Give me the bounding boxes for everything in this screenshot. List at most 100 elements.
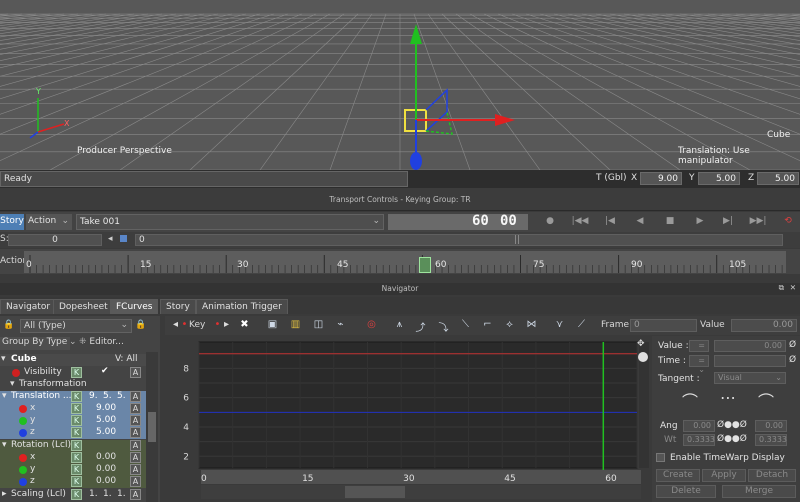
key-time-field[interactable] xyxy=(714,355,786,367)
key-toggle[interactable]: K xyxy=(71,427,82,438)
bezier-icon[interactable]: ⋎ xyxy=(553,319,566,331)
left-weight-field[interactable]: 0.3333 xyxy=(683,434,715,446)
key-toggle[interactable]: K xyxy=(71,391,82,402)
tree-item-rotation-y[interactable]: y K 0.00 A xyxy=(0,464,146,476)
timewarp-checkbox[interactable] xyxy=(656,453,665,462)
tree-item-cube[interactable]: ▾ Cube V: All xyxy=(0,354,146,366)
tangent-left-icon[interactable]: ⌒ xyxy=(682,388,698,412)
tangent-select[interactable]: Visual ⌄ xyxy=(714,372,786,384)
timeline-ruler[interactable]: 0 15 30 45 60 75 90 105 xyxy=(24,251,786,273)
timeline-playhead[interactable] xyxy=(419,257,431,273)
graph-scrollbar-thumb[interactable] xyxy=(345,486,405,498)
value-reset-icon[interactable]: Ø xyxy=(789,340,796,350)
flat-tangent-icon[interactable]: ⋈ xyxy=(525,319,538,331)
tree-item-rotation[interactable]: ▾ Rotation (Lcl) K A xyxy=(0,440,146,452)
filter-lock-icon[interactable]: 🔒 xyxy=(135,320,146,330)
frame-all-icon[interactable]: ▣ xyxy=(266,319,279,331)
graph-time-ruler[interactable] xyxy=(201,470,641,484)
tcb-icon[interactable]: ⟋ xyxy=(575,319,588,331)
filter-curve-icon[interactable]: ⩚ xyxy=(393,319,406,331)
tangent-right-icon[interactable]: ⌒ xyxy=(758,388,774,412)
story-tab[interactable]: Story xyxy=(0,214,24,230)
key-toggle[interactable]: K xyxy=(71,440,82,451)
angle-link-icon[interactable]: Ø●●Ø xyxy=(717,420,747,430)
stepped-tangent-icon[interactable]: ⌐ xyxy=(481,319,494,331)
current-frame-display[interactable]: 60 00 xyxy=(388,213,528,230)
translation-z-value[interactable]: 5.00 xyxy=(96,427,116,437)
time-reset-icon[interactable]: Ø xyxy=(789,355,796,365)
tree-item-translation-z[interactable]: z K 5.00 A xyxy=(0,427,146,439)
key-toggle[interactable]: K xyxy=(71,489,82,500)
goto-start-button[interactable]: |◀◀ xyxy=(568,214,592,230)
tree-item-transformation[interactable]: ▾ Transformation xyxy=(0,379,146,391)
merge-button[interactable]: Merge xyxy=(722,485,796,498)
expand-icon[interactable]: ▸ xyxy=(2,489,7,499)
key-value-field[interactable]: 0.00 xyxy=(714,340,786,352)
value-operator-select[interactable]: = ⌄ xyxy=(689,340,709,359)
scroll-handle-icon[interactable] xyxy=(638,352,648,362)
break-tangent-icon[interactable]: ⟡ xyxy=(503,319,516,331)
collapse-icon[interactable]: ▾ xyxy=(1,354,6,364)
translation-x-value[interactable]: 9.00 xyxy=(96,403,116,413)
collapse-icon[interactable]: ▾ xyxy=(10,379,15,389)
anim-toggle[interactable]: A xyxy=(130,452,141,463)
left-angle-field[interactable]: 0.00 xyxy=(683,420,715,432)
target-icon[interactable]: ◎ xyxy=(365,319,378,331)
key-toggle[interactable]: K xyxy=(71,403,82,414)
tab-dopesheet[interactable]: Dopesheet xyxy=(53,299,114,314)
anim-toggle[interactable]: A xyxy=(130,489,141,500)
offset-slider[interactable]: 0 || xyxy=(135,234,783,246)
tree-item-translation-y[interactable]: y K 5.00 A xyxy=(0,415,146,427)
tree-scrollbar[interactable] xyxy=(146,352,158,502)
key-toggle[interactable]: K xyxy=(71,367,82,378)
frame-selection-icon[interactable]: ▥ xyxy=(289,319,302,331)
stop-button[interactable]: ■ xyxy=(658,214,682,230)
fcurve-graph-canvas[interactable]: 8 6 4 2 0 15 30 45 60 xyxy=(165,336,652,502)
value-field[interactable]: 0.00 xyxy=(731,319,797,332)
key-toggle[interactable]: K xyxy=(71,415,82,426)
record-button[interactable]: ● xyxy=(538,214,562,230)
maximize-icon[interactable]: ⧉ xyxy=(779,283,784,293)
goto-end-button[interactable]: ▶▶| xyxy=(746,214,770,230)
rotation-y-value[interactable]: 0.00 xyxy=(96,464,116,474)
key-toggle[interactable]: K xyxy=(71,464,82,475)
tree-item-rotation-z[interactable]: z K 0.00 A xyxy=(0,476,146,488)
anim-toggle[interactable]: A xyxy=(130,367,141,378)
collapse-icon[interactable]: ▾ xyxy=(2,391,7,401)
weight-link-icon[interactable]: Ø●●Ø xyxy=(717,434,747,444)
graph-area[interactable] xyxy=(198,341,638,469)
apply-button[interactable]: Apply xyxy=(702,469,746,482)
filter-select[interactable]: All (Type) ⌄ xyxy=(20,319,132,333)
x-coord-field[interactable]: 9.00 xyxy=(640,172,682,185)
tree-scrollbar-thumb[interactable] xyxy=(148,412,156,442)
spline-tangent-icon[interactable]: ⤵ xyxy=(437,319,450,334)
play-button[interactable]: ▶ xyxy=(688,214,712,230)
3d-viewport[interactable]: Y X Producer Perspective Cube Translatio… xyxy=(0,0,800,170)
rotation-z-value[interactable]: 0.00 xyxy=(96,476,116,486)
rotation-x-value[interactable]: 0.00 xyxy=(96,452,116,462)
close-icon[interactable]: ✕ xyxy=(790,283,796,292)
fcurve-graph[interactable]: 8 6 4 2 0 15 30 45 60 xyxy=(165,336,652,502)
snap-icon[interactable]: ⌁ xyxy=(334,319,347,331)
tab-fcurves[interactable]: FCurves xyxy=(110,299,159,314)
detach-button[interactable]: Detach xyxy=(748,469,796,482)
anim-toggle[interactable]: A xyxy=(130,427,141,438)
anim-toggle[interactable]: A xyxy=(130,391,141,402)
next-key-button[interactable]: ▶| xyxy=(716,214,740,230)
loop-button[interactable]: ⟲ xyxy=(776,214,800,230)
tab-story[interactable]: Story xyxy=(160,299,196,314)
graph-scrollbar[interactable] xyxy=(201,485,641,499)
manipulator-y-arrow[interactable] xyxy=(410,24,422,44)
collapse-icon[interactable]: ▾ xyxy=(2,440,7,450)
delete-key-icon[interactable]: ✖ xyxy=(238,319,251,331)
tab-animation-trigger[interactable]: Animation Trigger xyxy=(196,299,288,314)
z-coord-field[interactable]: 5.00 xyxy=(757,172,799,185)
auto-tangent-icon[interactable]: ⤴ xyxy=(414,319,427,334)
next-key-icon[interactable]: ▸ xyxy=(220,319,233,331)
prev-key-button[interactable]: |◀ xyxy=(598,214,622,230)
time-operator-select[interactable]: = ⌄ xyxy=(689,355,709,374)
tree-item-visibility[interactable]: Visibility K ✔ A xyxy=(0,366,146,379)
tab-navigator[interactable]: Navigator xyxy=(0,299,57,314)
anim-toggle[interactable]: A xyxy=(130,415,141,426)
manipulator-x-arrow[interactable] xyxy=(495,114,515,126)
